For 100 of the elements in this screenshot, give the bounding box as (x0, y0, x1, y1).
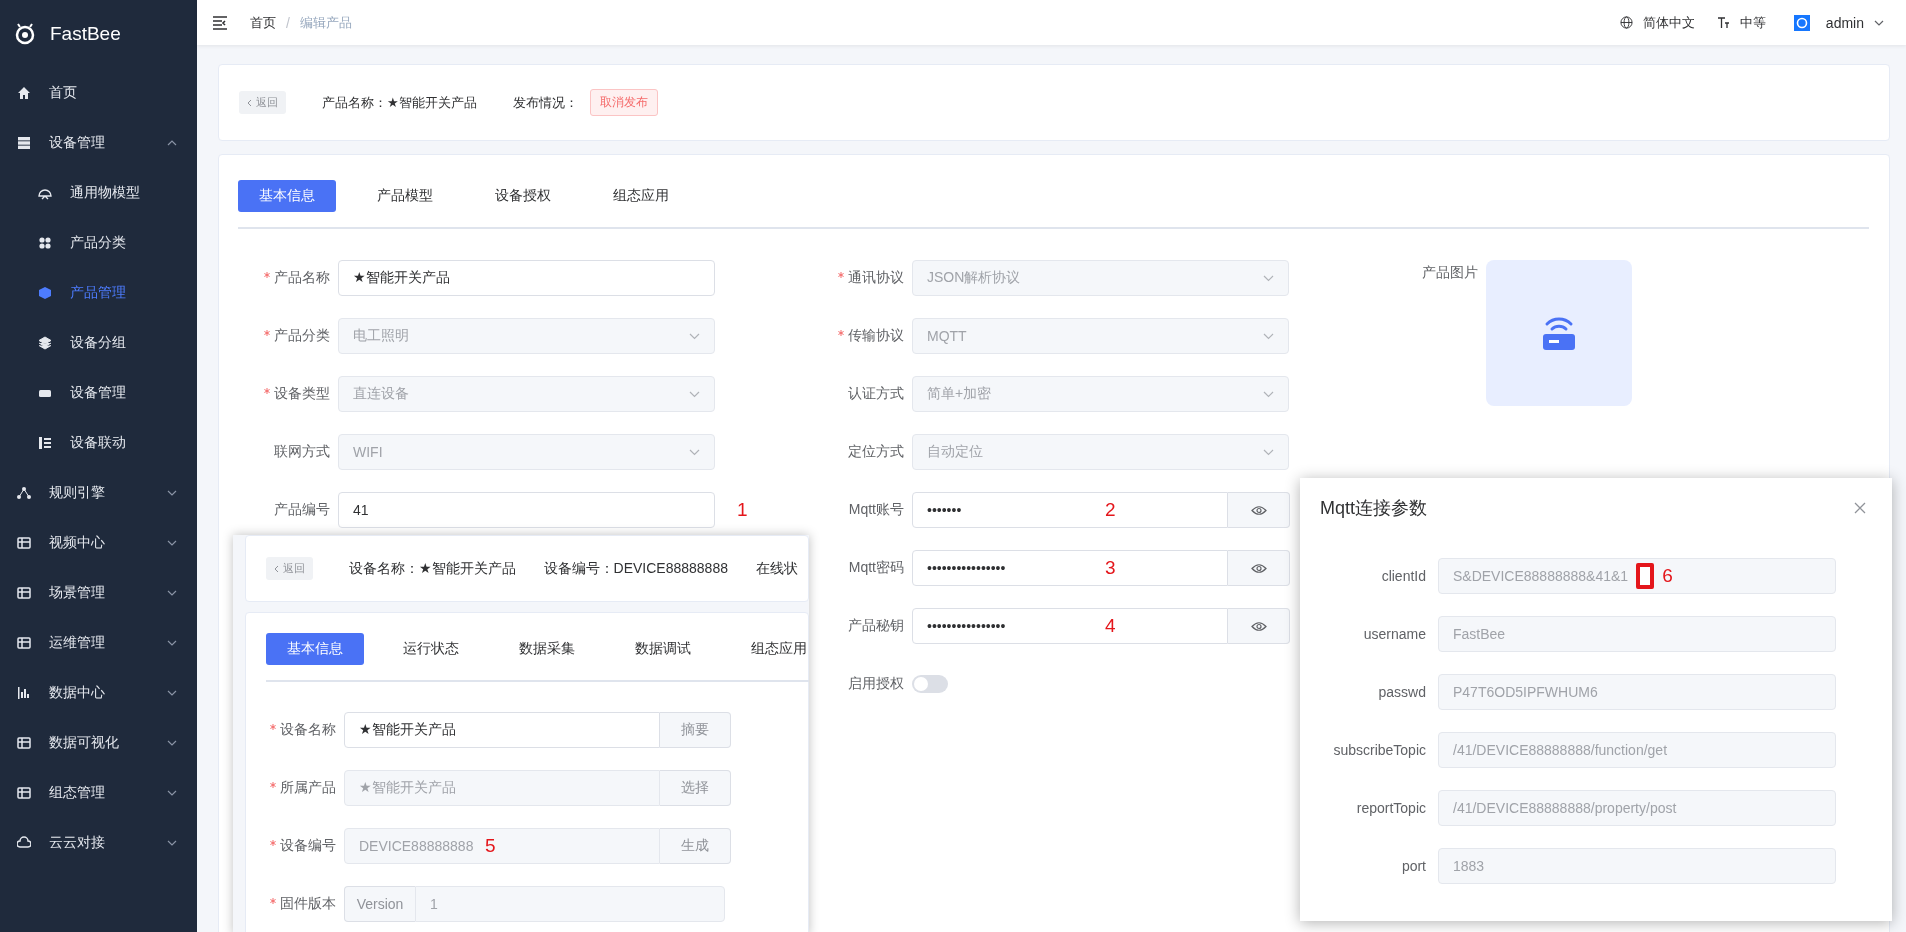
product-image[interactable] (1486, 260, 1632, 406)
sidebar-subitem[interactable]: 设备联动 (0, 418, 197, 468)
sidebar-item[interactable]: 数据中心 (0, 668, 197, 718)
sidebar-subitem[interactable]: 设备分组 (0, 318, 197, 368)
sidebar-item[interactable]: 云云对接 (0, 818, 197, 868)
field-label: clientId (1380, 568, 1427, 584)
sidebar-item[interactable]: 视频中心 (0, 518, 197, 568)
field-label: 设备编号 (266, 837, 344, 855)
tab[interactable]: 产品模型 (356, 180, 454, 212)
field-label: 联网方式 (273, 443, 331, 461)
close-icon[interactable] (1854, 502, 1866, 514)
chevron-icon (1263, 448, 1274, 456)
sidebar-subitem[interactable]: 产品管理 (0, 268, 197, 318)
required-icon (270, 840, 276, 846)
chevron-icon (167, 590, 177, 596)
input-field[interactable]: ★智能开关产品 (344, 712, 660, 748)
size-selector[interactable]: 中等 (1739, 13, 1766, 32)
sidebar-item[interactable]: 规则引擎 (0, 468, 197, 518)
chevron-icon (1874, 19, 1884, 26)
annotation-number: 3 (1105, 557, 1116, 579)
field-label: 启用授权 (847, 675, 905, 693)
field-label: Mqtt密码 (847, 559, 905, 577)
font-size-icon (1716, 16, 1730, 29)
eye-icon (1250, 562, 1267, 574)
product-name: 产品名称：★智能开关产品 (322, 93, 477, 112)
required-icon (264, 388, 270, 394)
field-label: Mqtt账号 (847, 501, 905, 519)
required-icon (838, 272, 844, 278)
input-field[interactable]: S&DEVICE88888888&41&1 6 (1438, 558, 1836, 594)
sidebar-item[interactable]: 场景管理 (0, 568, 197, 618)
breadcrumb-separator: / (286, 14, 290, 31)
field-label: 认证方式 (847, 385, 905, 403)
chevron-icon (167, 690, 177, 696)
field-label: reportTopic (1355, 800, 1427, 816)
tab[interactable]: 基本信息 (266, 633, 364, 665)
field-label: subscribeTopic (1332, 742, 1427, 758)
nodes-icon (17, 486, 31, 500)
tab[interactable]: 基本信息 (238, 180, 336, 212)
device-info: 在线状 (756, 559, 798, 578)
required-icon (270, 782, 276, 788)
server-icon (17, 136, 31, 150)
tab[interactable]: 运行状态 (382, 633, 480, 665)
field-label: 产品秘钥 (847, 617, 905, 635)
input-field[interactable]: •••••••••••••••• 4 (912, 608, 1228, 644)
eye-icon (1250, 504, 1267, 516)
tab[interactable]: 数据采集 (498, 633, 596, 665)
input-field[interactable]: ★智能开关产品 (338, 260, 715, 296)
field-label: 定位方式 (847, 443, 905, 461)
chevron-icon (167, 790, 177, 796)
tab[interactable]: 组态应用 (730, 633, 809, 665)
sidebar-item[interactable]: 首页 (0, 68, 197, 118)
field-label: 设备名称 (266, 721, 344, 739)
avatar-icon[interactable] (1793, 14, 1810, 31)
sidebar-subitem[interactable]: 产品分类 (0, 218, 197, 268)
chevron-icon (1263, 332, 1274, 340)
chevron-icon (167, 140, 177, 146)
field-label: 固件版本 (266, 895, 344, 913)
sidebar-item[interactable]: 设备管理 (0, 118, 197, 168)
menu-icon[interactable] (212, 15, 228, 30)
user-name[interactable]: admin (1825, 14, 1864, 31)
sidebar-subitem[interactable]: 设备管理 (0, 368, 197, 418)
brand-name: FastBee (50, 23, 121, 45)
field-label: passwd (1377, 684, 1427, 700)
sidebar-subitem[interactable]: 通用物模型 (0, 168, 197, 218)
list-icon (38, 436, 52, 450)
toggle-switch[interactable] (912, 675, 948, 693)
show-password-button[interactable] (1228, 608, 1290, 644)
input-field[interactable]: •••••••••••••••• 3 (912, 550, 1228, 586)
sidebar-item[interactable]: 组态管理 (0, 768, 197, 818)
annotation-number: 5 (485, 835, 496, 857)
eye-icon (1250, 620, 1267, 632)
field-label: 产品图片 (1421, 263, 1479, 282)
dome-icon (38, 186, 52, 200)
input-field[interactable]: ••••••• 2 (912, 492, 1228, 528)
grid-icon (17, 536, 31, 550)
chevron-icon (689, 390, 700, 398)
chevron-icon (1263, 274, 1274, 282)
field-label: 设备类型 (238, 385, 338, 403)
required-icon (264, 330, 270, 336)
status-label: 发布情况： (512, 93, 578, 112)
required-icon (270, 724, 276, 730)
chevron-icon (167, 490, 177, 496)
sidebar-item[interactable]: 运维管理 (0, 618, 197, 668)
chevron-icon (689, 332, 700, 340)
show-password-button[interactable] (1228, 492, 1290, 528)
chevron-icon (167, 840, 177, 846)
tab[interactable]: 组态应用 (592, 180, 690, 212)
show-password-button[interactable] (1228, 550, 1290, 586)
tab[interactable]: 数据调试 (614, 633, 712, 665)
tab[interactable]: 设备授权 (474, 180, 572, 212)
cube-icon (38, 286, 52, 300)
language-selector[interactable]: 简体中文 (1642, 13, 1695, 32)
annotation-number: 4 (1105, 615, 1116, 637)
globe-icon (1619, 16, 1633, 29)
field-label: username (1362, 626, 1427, 642)
sidebar-item[interactable]: 数据可视化 (0, 718, 197, 768)
bee-logo-icon (14, 23, 36, 45)
required-icon (838, 330, 844, 336)
breadcrumb-link[interactable]: 首页 (250, 13, 276, 32)
annotation-number: 1 (737, 499, 748, 521)
